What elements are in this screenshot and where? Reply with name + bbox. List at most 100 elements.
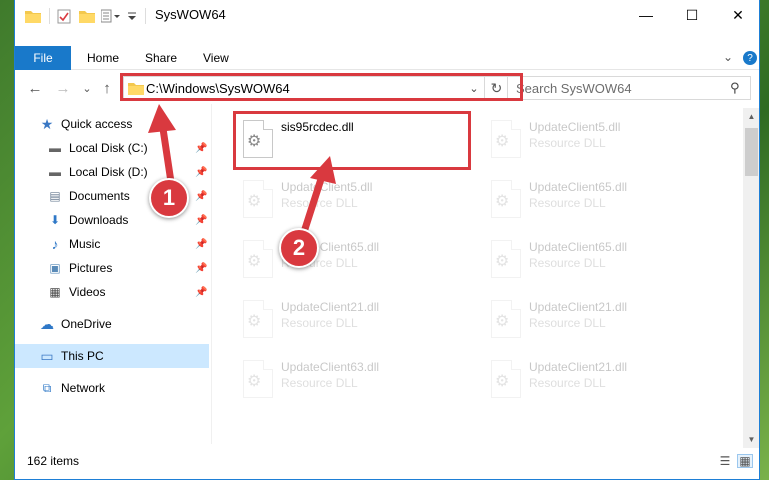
gear-icon: ⚙ [495, 373, 510, 390]
file-name: UpdateClient63.dll [281, 360, 380, 374]
sidebar-item-label: Downloads [69, 213, 129, 227]
pin-icon: 📌 [195, 190, 208, 202]
file-name: UpdateClient5.dll [529, 120, 621, 134]
address-highlight-box [120, 73, 523, 101]
back-button[interactable]: ← [25, 78, 45, 98]
ribbon-expand-icon[interactable]: ⌄ [723, 50, 733, 64]
search-box[interactable]: ⚲ [507, 76, 751, 100]
file-item[interactable]: ⚙ UpdateClient65.dll Resource DLL [481, 232, 719, 290]
close-button[interactable]: ✕ [715, 0, 759, 30]
pin-icon: 📌 [195, 262, 208, 274]
status-bar: 162 items ☰ ▦ [15, 448, 759, 479]
file-name: UpdateClient65.dll [529, 180, 628, 194]
qa-divider [145, 8, 146, 24]
file-name: UpdateClient5.dll [281, 180, 373, 194]
sidebar-item-label: Network [61, 381, 106, 395]
file-item[interactable]: ⚙ UpdateClient65.dll Resource DLL [481, 172, 719, 230]
recent-locations-button[interactable]: ⌄ [77, 78, 97, 98]
sidebar-item-videos[interactable]: ▦ Videos 📌 [15, 280, 209, 304]
step-marker-1: 1 [149, 178, 189, 218]
gear-icon: ⚙ [495, 133, 510, 150]
pin-icon: 📌 [195, 286, 208, 298]
ribbon-tabs: File Home Share View ⌄ ? [15, 46, 759, 70]
gear-icon: ⚙ [247, 193, 262, 210]
pin-icon: 📌 [195, 166, 208, 178]
sidebar-item-pictures[interactable]: ▣ Pictures 📌 [15, 256, 209, 280]
file-item[interactable]: ⚙ UpdateClient21.dll Resource DLL [481, 352, 719, 410]
properties-icon[interactable] [57, 8, 71, 24]
scroll-down-icon[interactable]: ▼ [743, 431, 759, 448]
gear-icon: ⚙ [247, 373, 262, 390]
sidebar-item-label: Videos [69, 285, 106, 299]
large-icons-view-icon[interactable]: ▦ [737, 454, 753, 468]
pin-icon: 📌 [195, 142, 208, 154]
sidebar-item-label: Local Disk (D:) [69, 165, 148, 179]
computer-icon: ▭ [40, 347, 54, 364]
sidebar-item-label: Local Disk (C:) [69, 141, 148, 155]
sidebar-item-local-disk-c[interactable]: ▬ Local Disk (C:) 📌 [15, 136, 209, 160]
sidebar-item-quick-access[interactable]: ★ Quick access [15, 112, 209, 136]
pane-divider [211, 104, 212, 444]
up-button[interactable]: ↑ [97, 78, 117, 98]
file-type: Resource DLL [529, 136, 606, 150]
file-item[interactable]: ⚙ UpdateClient5.dll Resource DLL [233, 172, 471, 230]
sidebar-item-label: Music [69, 237, 101, 251]
tab-home[interactable]: Home [87, 46, 119, 70]
file-type: Resource DLL [529, 256, 606, 270]
qa-dropdown-icon[interactable] [127, 8, 137, 24]
documents-icon: ▤ [49, 189, 61, 203]
sidebar-item-label: Quick access [61, 117, 133, 131]
forward-button[interactable]: → [53, 78, 73, 98]
file-item[interactable]: ⚙ UpdateClient63.dll Resource DLL [233, 352, 471, 410]
sidebar-item-label: OneDrive [61, 317, 112, 331]
file-name: UpdateClient21.dll [529, 300, 628, 314]
details-view-icon[interactable]: ☰ [717, 454, 733, 468]
file-type: Resource DLL [281, 316, 358, 330]
file-item[interactable]: ⚙ UpdateClient5.dll Resource DLL [481, 112, 719, 170]
new-folder-icon[interactable] [79, 8, 95, 24]
scroll-up-icon[interactable]: ▲ [743, 108, 759, 125]
customize-toolbar-icon[interactable] [101, 8, 121, 24]
search-input[interactable] [516, 80, 716, 96]
file-item[interactable]: ⚙ UpdateClient65.dll Resource DLL [233, 232, 471, 290]
file-name: UpdateClient21.dll [529, 360, 628, 374]
item-count: 162 items [27, 454, 80, 468]
file-type: Resource DLL [529, 196, 606, 210]
tab-view[interactable]: View [203, 46, 229, 70]
folder-icon [25, 8, 41, 24]
pin-icon: 📌 [195, 214, 208, 226]
file-item[interactable]: ⚙ UpdateClient21.dll Resource DLL [233, 292, 471, 350]
help-icon[interactable]: ? [743, 51, 757, 65]
music-icon: ♪ [51, 236, 59, 252]
maximize-button[interactable]: ☐ [669, 0, 715, 30]
drive-icon: ▬ [49, 141, 61, 155]
explorer-window: SysWOW64 — ☐ ✕ File Home Share View ⌄ ? … [14, 0, 760, 480]
sidebar-item-this-pc[interactable]: ▭ This PC [15, 344, 209, 368]
pin-icon: 📌 [195, 238, 208, 250]
tab-file[interactable]: File [15, 46, 71, 70]
file-item[interactable]: ⚙ UpdateClient21.dll Resource DLL [481, 292, 719, 350]
sidebar-item-music[interactable]: ♪ Music 📌 [15, 232, 209, 256]
star-icon: ★ [40, 115, 54, 132]
search-icon[interactable]: ⚲ [730, 80, 740, 96]
minimize-button[interactable]: — [623, 0, 669, 30]
window-title: SysWOW64 [155, 7, 226, 22]
file-type: Resource DLL [281, 376, 358, 390]
file-highlight-box [233, 111, 471, 170]
qa-divider [49, 8, 50, 24]
tab-share[interactable]: Share [145, 46, 177, 70]
sidebar-item-network[interactable]: ⧉ Network [15, 376, 209, 400]
title-bar: SysWOW64 — ☐ ✕ [15, 0, 759, 30]
sidebar-item-onedrive[interactable]: ☁ OneDrive [15, 312, 209, 336]
file-name: UpdateClient21.dll [281, 300, 380, 314]
gear-icon: ⚙ [247, 253, 262, 270]
step-marker-2: 2 [279, 228, 319, 268]
sidebar-item-label: Documents [69, 189, 130, 203]
vertical-scrollbar[interactable]: ▲ ▼ [743, 108, 759, 448]
navigation-pane: ★ Quick access ▬ Local Disk (C:) 📌 ▬ Loc… [15, 108, 211, 448]
gear-icon: ⚙ [495, 313, 510, 330]
scroll-thumb[interactable] [745, 128, 758, 176]
download-icon: ⬇ [49, 213, 61, 227]
sidebar-item-label: Pictures [69, 261, 113, 275]
drive-icon: ▬ [49, 165, 61, 179]
